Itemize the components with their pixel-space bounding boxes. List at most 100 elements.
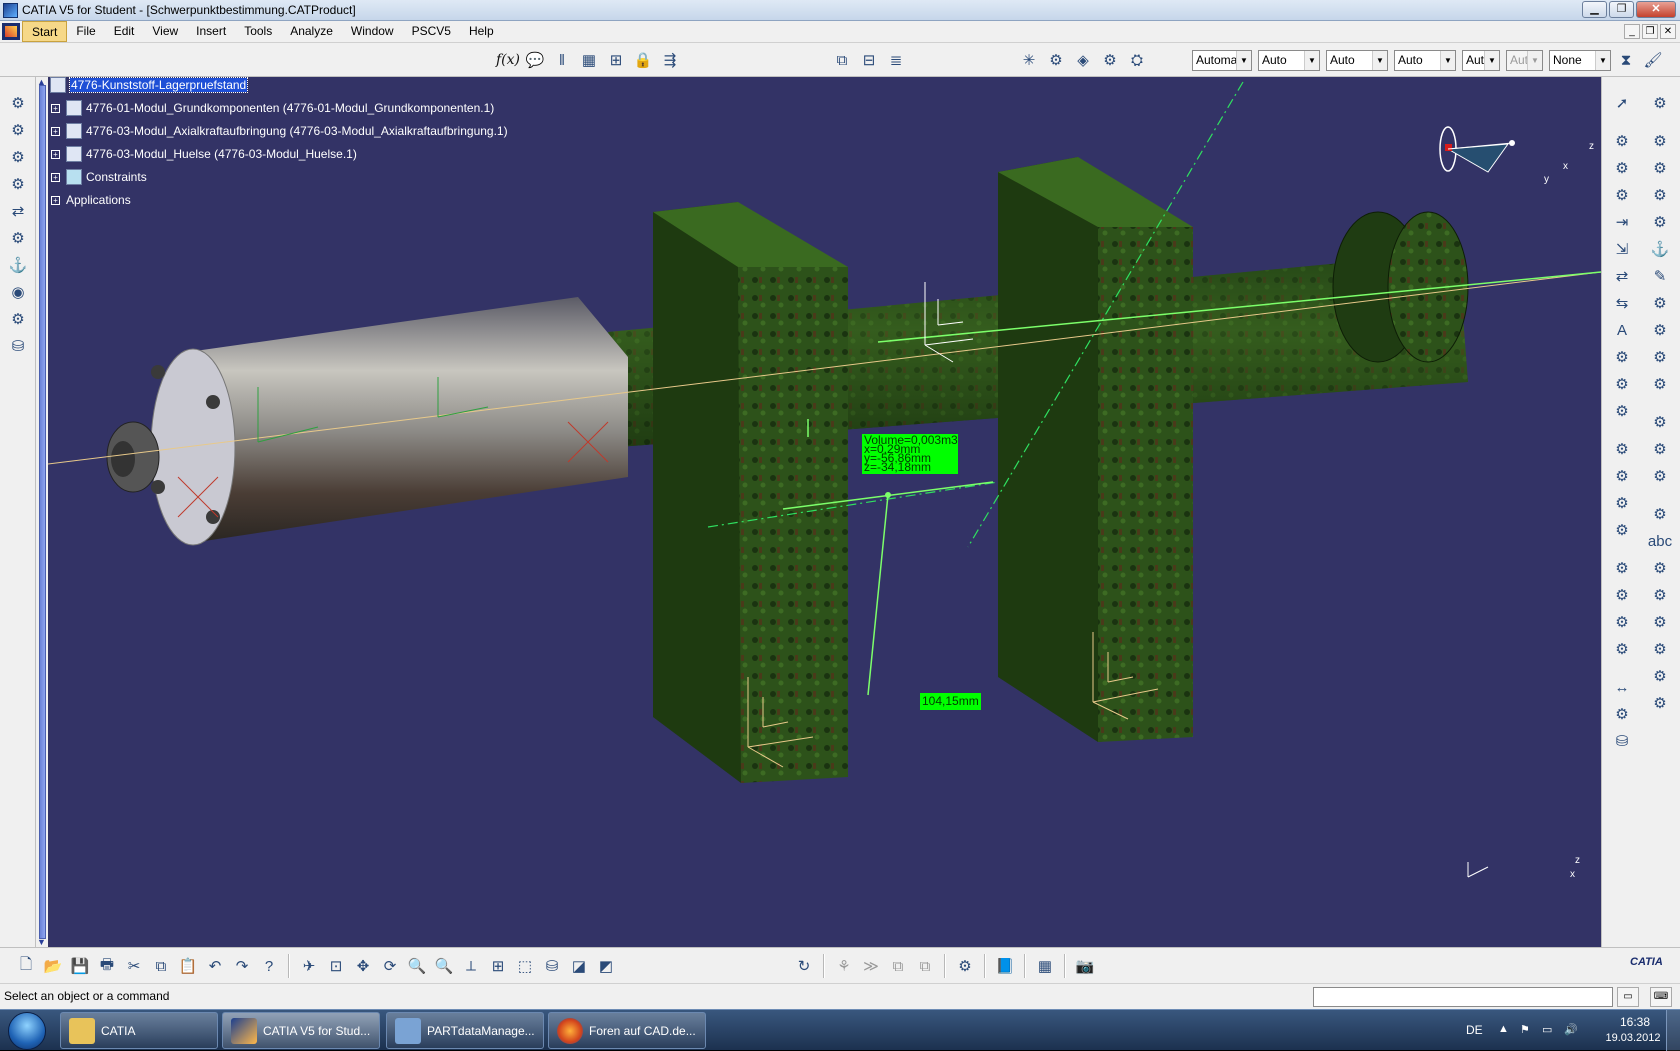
save-icon[interactable]: 💾	[68, 955, 92, 977]
line-type-dropdown[interactable]: Auto ▼	[1394, 50, 1456, 71]
coincidence-constraint-icon[interactable]: ⚙	[1608, 156, 1636, 180]
parameters-icon[interactable]: ⇶	[658, 49, 682, 71]
capture-icon[interactable]: 📷	[1073, 955, 1097, 977]
minimize-button[interactable]: ▁	[1582, 1, 1607, 18]
redo-icon[interactable]: ↷	[230, 955, 254, 977]
assembly-icon[interactable]: ⛭	[1125, 49, 1149, 71]
fit-all-icon[interactable]: ⊡	[324, 955, 348, 977]
menu-view[interactable]: View	[143, 21, 187, 42]
tree-node-label[interactable]: Constraints	[86, 170, 147, 184]
snap-icon[interactable]: ⚙	[1608, 464, 1636, 488]
new-part-icon[interactable]: ⚙	[4, 145, 32, 169]
hole-icon[interactable]: ⚓	[1646, 237, 1674, 261]
annotation-gears-icon[interactable]: ⚙	[1646, 91, 1674, 115]
offset-constraint-icon[interactable]: ⇥	[1608, 210, 1636, 234]
new-product-icon[interactable]: ⚙	[4, 118, 32, 142]
change-constraint-icon[interactable]: ⚙	[1608, 372, 1636, 396]
view-annotation-plane-icon[interactable]: ⚙	[1646, 583, 1674, 607]
new-file-icon[interactable]: 🗋	[14, 955, 38, 977]
measure-item-icon[interactable]: ⚙	[1608, 702, 1636, 726]
existing-component-icon[interactable]: ⚙	[4, 172, 32, 196]
assembly-features-icon[interactable]: ⚙	[1646, 183, 1674, 207]
catia-logo-icon[interactable]	[2, 23, 20, 40]
line-thickness-dropdown[interactable]: Auto ▼	[1326, 50, 1388, 71]
publication-icon[interactable]: ≣	[884, 49, 908, 71]
clock-date[interactable]: 19.03.2012	[1598, 1032, 1668, 1044]
taskbar-item-partdata[interactable]: PARTdataManage...	[386, 1012, 544, 1049]
gears-icon[interactable]: ⚙	[1098, 49, 1122, 71]
shading-icon[interactable]: ⛁	[540, 955, 564, 977]
generate-numbering-icon[interactable]: ⚓	[4, 253, 32, 277]
weld-feature-icon[interactable]: ⚙	[1646, 437, 1674, 461]
menu-pscv5[interactable]: PSCV5	[403, 21, 460, 42]
split-icon[interactable]: ⚙	[1646, 210, 1674, 234]
menu-file[interactable]: File	[67, 21, 104, 42]
flag-note-icon[interactable]: ⚙	[1646, 556, 1674, 580]
gear-icon[interactable]: ⚙	[1044, 49, 1068, 71]
layer-filter-icon[interactable]: ⧗	[1614, 49, 1638, 71]
distance-label[interactable]: 104,15mm	[920, 693, 981, 710]
explode-icon[interactable]: ⚙	[1608, 518, 1636, 542]
copy-icon[interactable]: ⧉	[149, 955, 173, 977]
tree-node-axialkraftaufbringung[interactable]: + 4776-03-Modul_Axialkraftaufbringung (4…	[51, 123, 508, 139]
point-type-dropdown[interactable]: Aut ▼	[1462, 50, 1500, 71]
taskbar-item-catia-v5[interactable]: CATIA V5 for Stud...	[222, 1012, 380, 1049]
flag-icon[interactable]: ⚙	[1646, 464, 1674, 488]
pocket-icon[interactable]: ✎	[1646, 264, 1674, 288]
normal-view-icon[interactable]: ⟂	[459, 955, 483, 977]
expand-icon[interactable]: +	[51, 127, 60, 136]
select-arrow-icon[interactable]: ➚	[1608, 91, 1636, 115]
taskbar-item-firefox[interactable]: Foren auf CAD.de...	[548, 1012, 706, 1049]
command-input[interactable]	[1313, 987, 1613, 1007]
cut-icon[interactable]: ✂	[122, 955, 146, 977]
tree-node-huelse[interactable]: + 4776-03-Modul_Huelse (4776-03-Modul_Hu…	[51, 146, 357, 162]
space-analysis-icon[interactable]: ⚙	[1608, 637, 1636, 661]
volume-icon[interactable]: 🔊	[1564, 1023, 1578, 1036]
menu-insert[interactable]: Insert	[187, 21, 235, 42]
zoom-out-icon[interactable]: 🔍	[432, 955, 456, 977]
tree-root-label[interactable]: 4776-Kunststoff-Lagerpruefstand	[68, 77, 249, 93]
expand-icon[interactable]: +	[51, 150, 60, 159]
undo-icon[interactable]: ↶	[203, 955, 227, 977]
doc-minimize-button[interactable]: _	[1624, 24, 1640, 39]
tree-node-applications[interactable]: + Applications	[51, 193, 131, 207]
center-of-gravity-label[interactable]: Volume=0,003m3 x=0,29mm y=-56,86mm z=-34…	[862, 434, 958, 474]
windows-start-button[interactable]	[8, 1012, 46, 1050]
layer-dropdown[interactable]: None ▼	[1549, 50, 1611, 71]
scene-light-icon[interactable]: ⚙	[1646, 664, 1674, 688]
restore-button[interactable]: ❐	[1609, 1, 1634, 18]
menu-help[interactable]: Help	[460, 21, 503, 42]
apply-material-icon[interactable]: ⚙	[1646, 637, 1674, 661]
taskbar-item-catia-folder[interactable]: CATIA	[60, 1012, 218, 1049]
command-clear-button[interactable]: ▭	[1617, 987, 1639, 1007]
fix-constraint-icon[interactable]: ⇄	[1608, 264, 1636, 288]
menu-window[interactable]: Window	[342, 21, 403, 42]
smart-move-icon[interactable]: ⚙	[1608, 491, 1636, 515]
manipulate-icon[interactable]: ⚙	[1608, 437, 1636, 461]
fly-mode-icon[interactable]: ✈	[297, 955, 321, 977]
measure-inertia-icon[interactable]: ⛁	[1608, 729, 1636, 753]
clock-time[interactable]: 16:38	[1605, 1015, 1665, 1029]
whats-this-icon[interactable]: ?	[257, 955, 281, 977]
menu-tools[interactable]: Tools	[235, 21, 281, 42]
product-management-icon[interactable]: ⚙	[953, 955, 977, 977]
network-icon[interactable]: ▭	[1542, 1023, 1552, 1036]
doc-restore-button[interactable]: ❐	[1642, 24, 1658, 39]
update-icon[interactable]: ⚙	[1608, 129, 1636, 153]
measure-icon[interactable]: ✳	[1017, 49, 1041, 71]
menu-analyze[interactable]: Analyze	[281, 21, 342, 42]
comment-icon[interactable]: 💬	[523, 49, 547, 71]
update-all-icon[interactable]: ↻	[792, 955, 816, 977]
reuse-pattern-icon[interactable]: ⚙	[1608, 399, 1636, 423]
rotate-icon[interactable]: ⟳	[378, 955, 402, 977]
multi-instantiation-icon[interactable]: ⛁	[4, 334, 32, 358]
action-center-flag-icon[interactable]: ⚑	[1520, 1023, 1530, 1036]
clash-icon[interactable]: ⚙	[1608, 556, 1636, 580]
menu-edit[interactable]: Edit	[105, 21, 144, 42]
scene-icon[interactable]: ⚙	[1646, 129, 1674, 153]
render-icon[interactable]: ◈	[1071, 49, 1095, 71]
catalog-browser-icon[interactable]: 📘	[993, 955, 1017, 977]
bill-of-material-icon[interactable]: ⚙	[1646, 156, 1674, 180]
environment-icon[interactable]: ⚙	[1646, 691, 1674, 715]
replace-component-icon[interactable]: ⇄	[4, 199, 32, 223]
